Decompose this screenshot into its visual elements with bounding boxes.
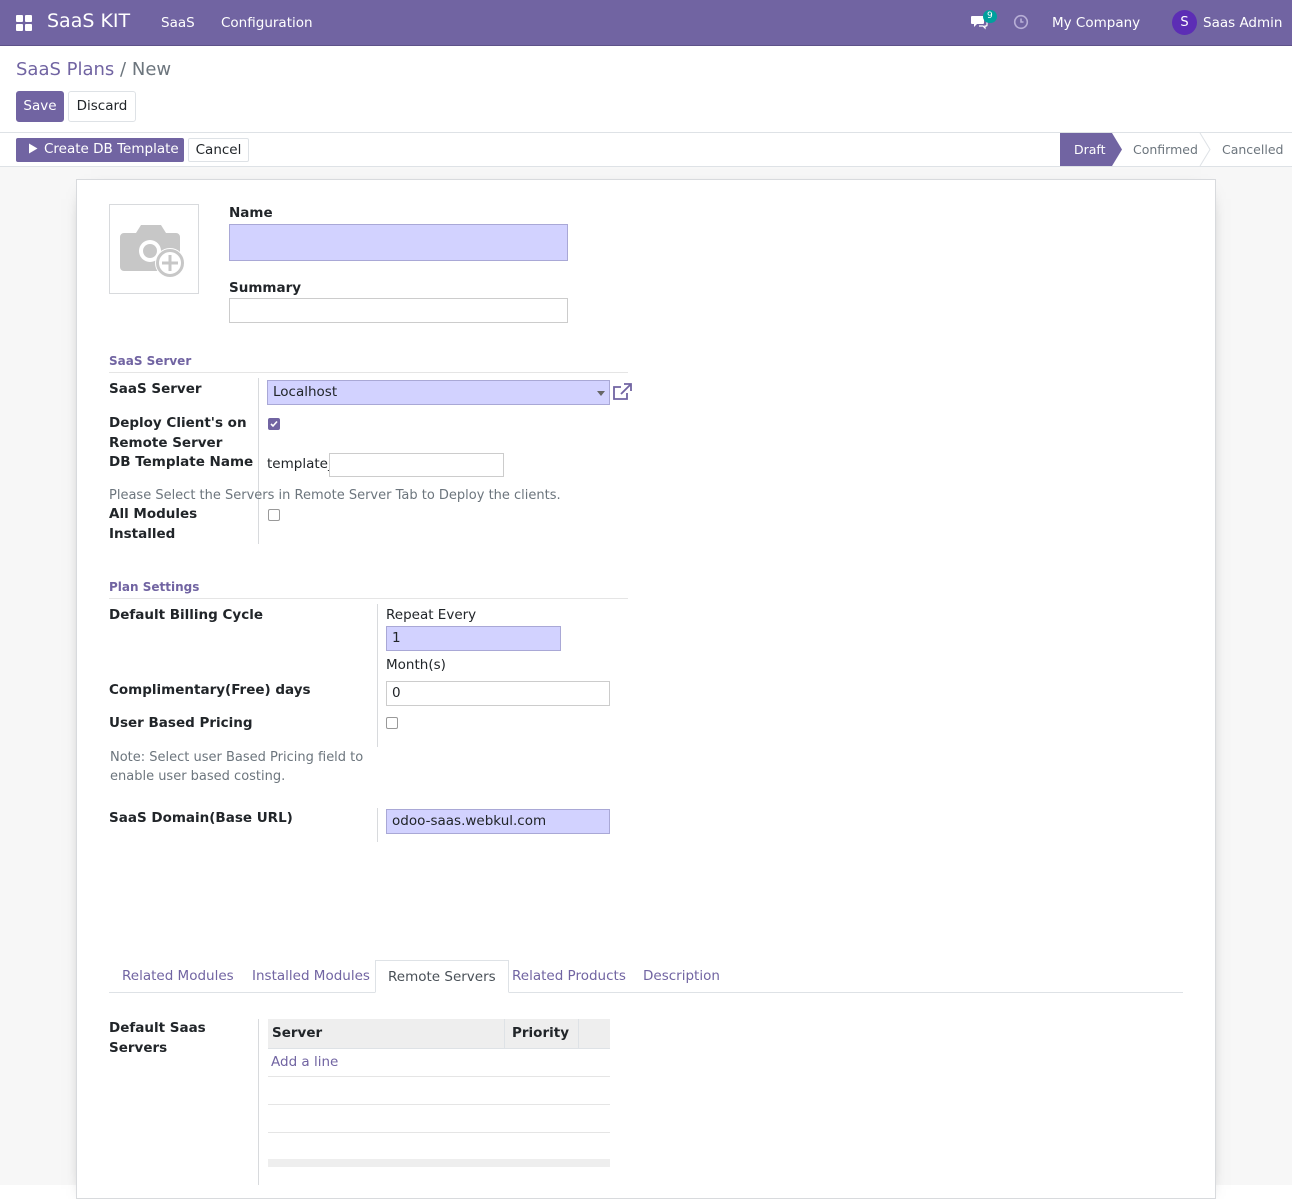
all-modules-installed-checkbox[interactable] (268, 509, 280, 521)
apps-icon[interactable] (16, 15, 32, 31)
user-based-pricing-checkbox[interactable] (386, 717, 398, 729)
db-template-prefix: template_ (267, 456, 335, 472)
saas-server-label: SaaS Server (109, 381, 202, 397)
create-db-template-label: Create DB Template (44, 141, 179, 157)
saas-server-value: Localhost (273, 384, 338, 400)
servers-table: Server Priority Add a line (268, 1019, 610, 1185)
all-modules-installed-label: All Modules Installed (109, 506, 198, 542)
column-divider (504, 1019, 505, 1049)
company-switcher[interactable]: My Company (1052, 15, 1140, 31)
free-days-label: Complimentary(Free) days (109, 682, 311, 698)
table-header: Server Priority (268, 1019, 610, 1049)
check-icon (270, 420, 278, 428)
free-days-input[interactable]: 0 (386, 681, 610, 706)
play-icon (29, 143, 38, 154)
tab-related-modules[interactable]: Related Modules (122, 960, 234, 993)
external-link-icon[interactable] (612, 383, 632, 401)
summary-input[interactable] (229, 298, 568, 323)
user-pricing-note: Note: Select user Based Pricing field to… (110, 750, 364, 784)
top-navbar: SaaS KIT SaaS Configuration 9 My Company… (0, 0, 1292, 46)
user-menu[interactable]: Saas Admin (1203, 15, 1282, 31)
stage-draft[interactable]: Draft (1074, 133, 1106, 166)
breadcrumb-separator: / (120, 59, 127, 80)
repeat-every-label: Repeat Every (386, 607, 477, 623)
message-count-badge: 9 (983, 10, 997, 23)
saas-server-select[interactable]: Localhost (267, 380, 610, 405)
name-input[interactable] (229, 224, 568, 261)
saas-server-section-title: SaaS Server (109, 354, 628, 373)
breadcrumb-saas-plans[interactable]: SaaS Plans (16, 59, 114, 80)
clock-icon[interactable] (1013, 14, 1029, 34)
avatar[interactable]: S (1172, 10, 1197, 35)
repeat-every-input[interactable]: 1 (386, 626, 561, 651)
table-row (268, 1105, 610, 1133)
caret-down-icon (597, 391, 605, 396)
breadcrumb: SaaS Plans / New (16, 59, 171, 80)
breadcrumb-current: New (131, 59, 172, 80)
app-brand[interactable]: SaaS KIT (47, 10, 130, 32)
column-priority[interactable]: Priority (512, 1025, 569, 1041)
table-row: Add a line (268, 1049, 610, 1077)
group-divider (258, 378, 259, 544)
image-upload[interactable] (109, 204, 199, 294)
discard-button[interactable]: Discard (68, 91, 136, 122)
column-divider (578, 1019, 579, 1049)
group-divider (377, 808, 378, 842)
saas-domain-input[interactable]: odoo-saas.webkul.com (386, 809, 610, 834)
db-template-name-label: DB Template Name (109, 454, 254, 470)
db-template-name-input[interactable] (329, 453, 504, 477)
tab-related-products[interactable]: Related Products (512, 960, 626, 993)
saas-domain-label: SaaS Domain(Base URL) (109, 810, 293, 826)
camera-plus-icon (120, 225, 185, 278)
default-saas-servers-label: Default Saas Servers (109, 1020, 206, 1056)
deploy-remote-checkbox[interactable] (268, 418, 280, 430)
user-based-pricing-label: User Based Pricing (109, 715, 253, 731)
billing-cycle-label: Default Billing Cycle (109, 607, 264, 623)
tab-description[interactable]: Description (643, 960, 720, 993)
remote-server-note: Please Select the Servers in Remote Serv… (109, 488, 561, 503)
group-divider (377, 604, 378, 747)
create-db-template-button[interactable]: Create DB Template (16, 138, 184, 162)
stage-confirmed[interactable]: Confirmed (1133, 133, 1198, 166)
summary-label: Summary (229, 280, 302, 296)
menu-configuration[interactable]: Configuration (221, 15, 313, 31)
table-row (268, 1077, 610, 1105)
save-button[interactable]: Save (16, 91, 64, 122)
menu-saas[interactable]: SaaS (161, 15, 195, 31)
deploy-remote-label: Deploy Client's on Remote Server (109, 415, 247, 451)
form-statusbar: Create DB Template Cancel Draft Confirme… (0, 132, 1292, 167)
plan-settings-section-title: Plan Settings (109, 580, 628, 599)
cancel-button[interactable]: Cancel (188, 138, 249, 162)
column-server[interactable]: Server (272, 1025, 322, 1041)
add-a-line-link[interactable]: Add a line (271, 1054, 338, 1070)
months-label: Month(s) (386, 657, 446, 673)
group-divider (258, 1019, 259, 1185)
tab-installed-modules[interactable]: Installed Modules (252, 960, 370, 993)
notebook-tabs: Related Modules Installed Modules Remote… (109, 960, 1183, 993)
table-footer (268, 1159, 610, 1167)
tab-remote-servers[interactable]: Remote Servers (375, 960, 509, 993)
stage-cancelled[interactable]: Cancelled (1222, 133, 1283, 166)
name-label: Name (229, 205, 273, 221)
